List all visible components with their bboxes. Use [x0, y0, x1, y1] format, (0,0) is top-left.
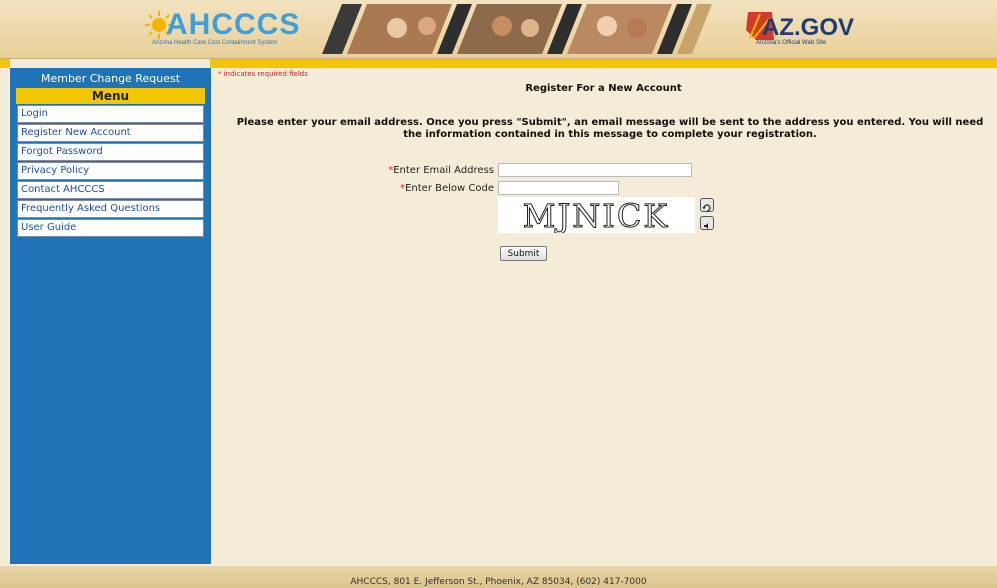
required-fields-note: * indicates required fields: [218, 70, 308, 78]
sidebar: Member Change Request Menu Login Registe…: [10, 68, 211, 564]
azgov-subtitle: Arizona's Official Web Site: [756, 40, 827, 46]
submit-button[interactable]: Submit: [500, 246, 547, 261]
sidebar-item-forgot-password[interactable]: Forgot Password: [17, 143, 204, 161]
captcha-image: MJNICK: [498, 197, 695, 233]
refresh-captcha-button[interactable]: [700, 198, 714, 212]
sidebar-item-register-new-account[interactable]: Register New Account: [17, 124, 204, 142]
menu-heading: Menu: [16, 88, 205, 104]
email-field[interactable]: [498, 163, 692, 177]
footer-address: AHCCCS, 801 E. Jefferson St., Phoenix, A…: [350, 577, 647, 587]
sidebar-item-faq[interactable]: Frequently Asked Questions: [17, 200, 204, 218]
site-header: AHCCCS Arizona Health Care Cost Containm…: [0, 0, 997, 59]
people-banner-image: [322, 4, 712, 54]
refresh-icon: [702, 204, 711, 212]
sidebar-item-login[interactable]: Login: [17, 105, 204, 123]
instructions-text: Please enter your email address. Once yo…: [236, 117, 984, 140]
accent-bar-left: [0, 59, 10, 68]
email-label: *Enter Email Address: [294, 165, 494, 176]
email-label-text: Enter Email Address: [393, 165, 494, 176]
azgov-logo[interactable]: AZ.GOV Arizona's Official Web Site: [740, 8, 860, 52]
speaker-icon: [704, 223, 708, 229]
page-title: Register For a New Account: [525, 83, 682, 94]
logo-subtitle: Arizona Health Care Cost Containment Sys…: [152, 40, 278, 46]
code-label-text: Enter Below Code: [405, 183, 494, 194]
accent-bar: [210, 59, 997, 68]
sidebar-item-contact-ahcccs[interactable]: Contact AHCCCS: [17, 181, 204, 199]
audio-captcha-button[interactable]: [700, 216, 714, 230]
captcha-text: MJNICK: [523, 197, 670, 233]
captcha-code-field[interactable]: [498, 181, 619, 195]
logo-text: AHCCCS: [166, 8, 301, 41]
azgov-text: AZ.GOV: [762, 14, 855, 41]
sidebar-item-user-guide[interactable]: User Guide: [17, 219, 204, 237]
sidebar-title: Member Change Request: [40, 72, 181, 85]
ahcccs-logo[interactable]: AHCCCS Arizona Health Care Cost Containm…: [140, 6, 310, 52]
code-label: *Enter Below Code: [294, 183, 494, 194]
sidebar-item-privacy-policy[interactable]: Privacy Policy: [17, 162, 204, 180]
